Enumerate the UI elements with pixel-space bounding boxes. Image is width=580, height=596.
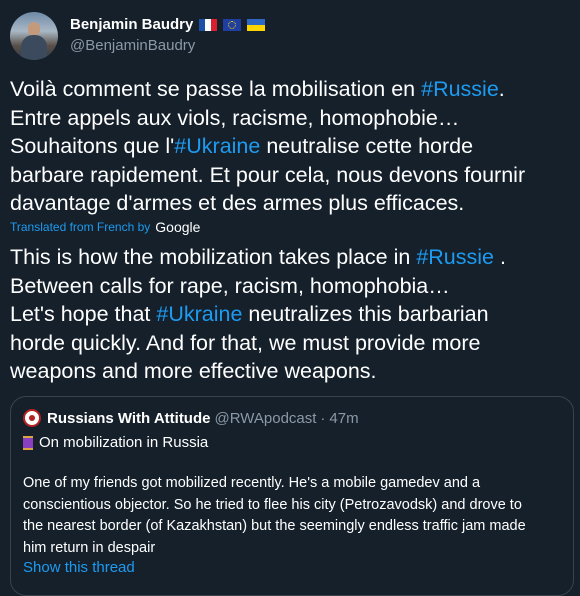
translated-text: This is how the mobilization takes place…	[10, 243, 570, 386]
translation-label: Translated from French by	[10, 220, 151, 234]
avatar-body	[21, 35, 47, 60]
author-avatar[interactable]	[10, 12, 58, 60]
france-flag-icon	[199, 19, 218, 31]
hashtag-ukraine-link[interactable]: #Ukraine	[174, 134, 260, 158]
hashtag-ukraine-link[interactable]: #Ukraine	[156, 302, 242, 326]
quoted-author-name: Russians With Attitude	[47, 409, 211, 427]
tweet-text: Voilà comment se passe la mobilisation e…	[10, 75, 570, 218]
eu-flag-icon	[223, 19, 242, 31]
quoted-tweet-header: Russians With Attitude @RWApodcast · 47m	[23, 409, 359, 427]
quoted-author-handle: @RWApodcast	[214, 409, 317, 427]
avatar-head	[28, 22, 40, 36]
tweet-header: Benjamin Baudry @BenjaminBaudry	[10, 12, 266, 60]
show-thread-link[interactable]: Show this thread	[23, 559, 135, 576]
thread-spool-icon	[23, 435, 33, 450]
quoted-author-avatar	[23, 409, 41, 427]
quoted-tweet[interactable]: Russians With Attitude @RWApodcast · 47m…	[10, 396, 574, 596]
ukraine-flag-icon	[247, 19, 266, 31]
google-logo: Google	[155, 219, 201, 235]
author-handle[interactable]: @BenjaminBaudry	[70, 36, 265, 56]
translation-attribution[interactable]: Translated from French by Google	[10, 219, 200, 235]
hashtag-russie-link[interactable]: #Russie	[421, 77, 499, 101]
quoted-subtitle-row: On mobilization in Russia	[23, 434, 208, 451]
author-names: Benjamin Baudry @BenjaminBaudry	[70, 15, 266, 56]
quoted-subtitle: On mobilization in Russia	[39, 434, 209, 451]
separator-dot: ·	[320, 409, 326, 427]
translated-text-part: This is how the mobilization takes place…	[10, 245, 417, 269]
author-display-name[interactable]: Benjamin Baudry	[70, 15, 193, 35]
quoted-tweet-body: One of my friends got mobilized recently…	[23, 475, 526, 556]
author-display-name-row[interactable]: Benjamin Baudry	[70, 15, 266, 35]
quoted-timestamp: 47m	[329, 409, 359, 427]
hashtag-russie-link[interactable]: #Russie	[416, 245, 494, 269]
tweet-text-part: Voilà comment se passe la mobilisation e…	[10, 77, 422, 101]
